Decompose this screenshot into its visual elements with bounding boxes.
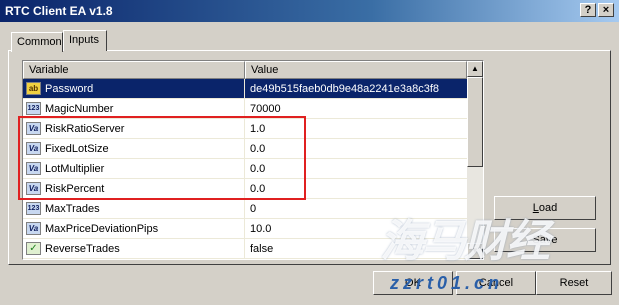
tab-inputs[interactable]: Inputs: [63, 30, 107, 51]
variable-name: RiskRatioServer: [45, 123, 125, 135]
column-separator: [244, 139, 245, 159]
variable-name: RiskPercent: [45, 183, 105, 195]
vertical-scrollbar[interactable]: ▲ ▼: [467, 61, 483, 259]
variable-value[interactable]: 0.0: [250, 179, 462, 199]
column-separator: [244, 239, 245, 259]
table-row[interactable]: Va LotMultiplier 0.0: [23, 159, 467, 179]
table-row[interactable]: ✓ ReverseTrades false: [23, 239, 467, 259]
reset-button[interactable]: Reset: [536, 271, 612, 295]
inputs-grid: Variable Value ab Password de49b515faeb0db…: [22, 60, 484, 260]
double-type-icon: Va: [26, 222, 41, 235]
variable-name: FixedLotSize: [45, 143, 109, 155]
variable-value[interactable]: false: [250, 239, 462, 259]
column-separator: [244, 159, 245, 179]
column-separator: [244, 119, 245, 139]
variable-value[interactable]: 0.0: [250, 159, 462, 179]
table-row[interactable]: 123 MagicNumber 70000: [23, 99, 467, 119]
double-type-icon: Va: [26, 162, 41, 175]
table-row[interactable]: Va MaxPriceDeviationPips 10.0: [23, 219, 467, 239]
scroll-down-icon[interactable]: ▼: [467, 243, 483, 259]
grid-header: Variable Value: [23, 61, 467, 79]
table-row[interactable]: ab Password de49b515faeb0db9e48a2241e3a8c3…: [23, 79, 467, 99]
scroll-thumb[interactable]: [467, 77, 483, 167]
scroll-up-icon[interactable]: ▲: [467, 61, 483, 77]
table-row[interactable]: Va RiskPercent 0.0: [23, 179, 467, 199]
variable-value[interactable]: 0: [250, 199, 462, 219]
column-separator: [244, 179, 245, 199]
variable-name: Password: [45, 83, 94, 95]
variable-name: LotMultiplier: [45, 163, 105, 175]
variable-value[interactable]: 10.0: [250, 219, 462, 239]
variable-name: MaxTrades: [45, 203, 100, 215]
table-row[interactable]: 123 MaxTrades 0: [23, 199, 467, 219]
column-header-value[interactable]: Value: [245, 61, 467, 79]
column-separator: [244, 199, 245, 219]
save-button[interactable]: Save: [494, 228, 596, 252]
table-row[interactable]: Va FixedLotSize 0.0: [23, 139, 467, 159]
variable-name: MagicNumber: [45, 103, 114, 115]
variable-value[interactable]: 70000: [250, 99, 462, 119]
variable-value[interactable]: 1.0: [250, 119, 462, 139]
window-titlebar: RTC Client EA v1.8: [0, 0, 619, 22]
column-header-variable[interactable]: Variable: [23, 61, 245, 79]
variable-value[interactable]: 0.0: [250, 139, 462, 159]
window-title: RTC Client EA v1.8: [5, 4, 113, 18]
column-separator: [244, 219, 245, 239]
cancel-button[interactable]: Cancel: [456, 271, 536, 295]
ok-button[interactable]: OK: [373, 271, 453, 295]
string-type-icon: ab: [26, 82, 41, 95]
variable-value[interactable]: de49b515faeb0db9e48a2241e3a8c3f8: [250, 79, 462, 99]
double-type-icon: Va: [26, 182, 41, 195]
column-separator: [244, 99, 245, 119]
double-type-icon: Va: [26, 122, 41, 135]
integer-type-icon: 123: [26, 202, 41, 215]
table-row[interactable]: Va RiskRatioServer 1.0: [23, 119, 467, 139]
variable-name: ReverseTrades: [45, 243, 120, 255]
tab-common[interactable]: Common: [11, 32, 63, 52]
integer-type-icon: 123: [26, 102, 41, 115]
help-button[interactable]: ?: [580, 3, 596, 17]
bool-type-icon: ✓: [26, 242, 41, 255]
variable-name: MaxPriceDeviationPips: [45, 223, 159, 235]
column-separator: [244, 79, 245, 99]
double-type-icon: Va: [26, 142, 41, 155]
load-label: oad: [538, 202, 558, 214]
load-button[interactable]: Load: [494, 196, 596, 220]
close-button[interactable]: ×: [598, 3, 614, 17]
